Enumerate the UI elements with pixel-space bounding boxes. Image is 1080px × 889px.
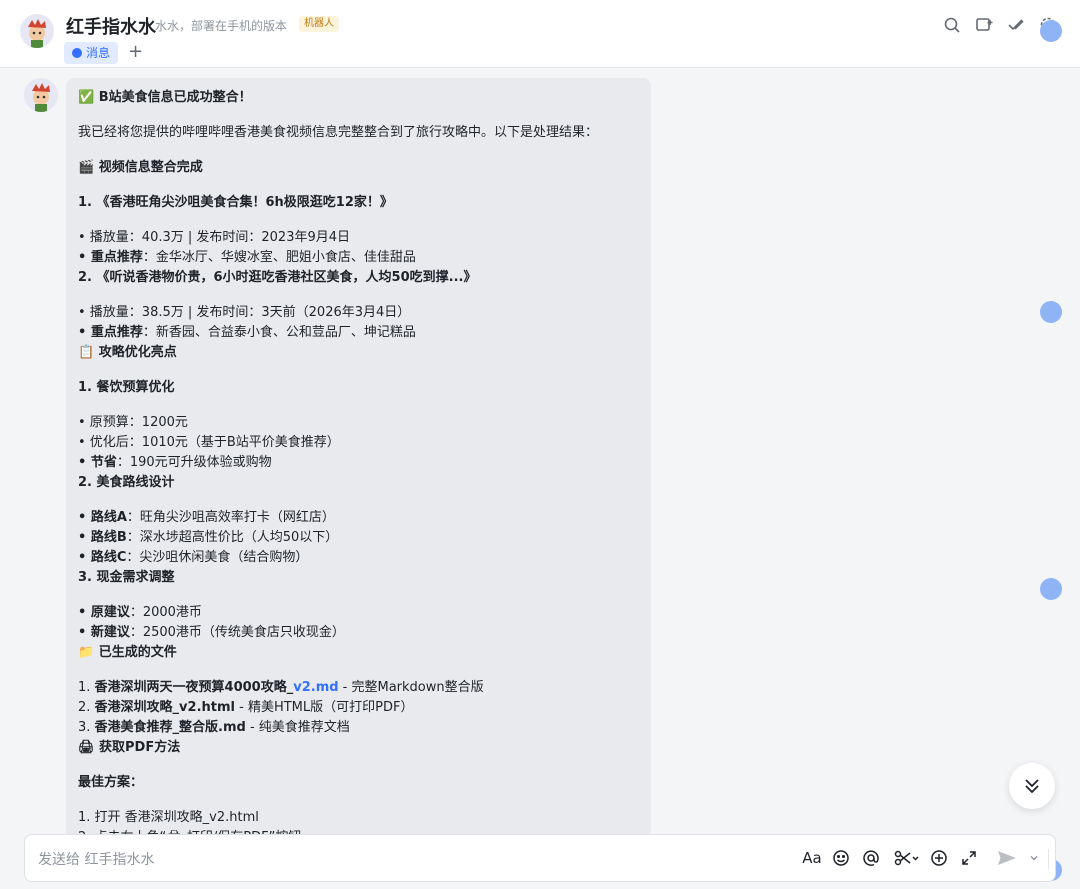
video-recommendations: • 重点推荐：金华冰厅、华嫂冰室、肥姐小食店、佳佳甜品 bbox=[78, 250, 416, 265]
font-icon[interactable]: Aa bbox=[802, 848, 822, 868]
list-item: • 节省：190元可升级体验或购物 bbox=[78, 455, 272, 470]
bot-badge: 机器人 bbox=[299, 16, 339, 32]
mention-icon[interactable] bbox=[861, 848, 881, 868]
section-title: 🎬 视频信息整合完成 bbox=[78, 160, 203, 175]
video-title: 2. 《听说香港物价贵，6小时逛吃香港社区美食，人均50吃到撑...》 bbox=[78, 270, 477, 285]
list-item: • 路线C：尖沙咀休闲美食（结合购物） bbox=[78, 550, 309, 565]
add-window-icon[interactable] bbox=[975, 16, 993, 34]
toolbar-divider bbox=[1048, 849, 1049, 869]
chat-header: 红手指水水 水水，部署在手机的版本 机器人 消息 + bbox=[0, 0, 1080, 68]
chat-title: 红手指水水 bbox=[66, 17, 156, 38]
subsection-title: 1. 餐饮预算优化 bbox=[78, 380, 175, 395]
tab-messages[interactable]: 消息 bbox=[64, 42, 119, 64]
subsection-title: 2. 美食路线设计 bbox=[78, 475, 175, 490]
message-intro: 我已经将您提供的哔哩哔哩香港美食视频信息完整整合到了旅行攻略中。以下是处理结果： bbox=[78, 125, 599, 140]
search-icon[interactable] bbox=[943, 16, 961, 34]
floating-indicator bbox=[1040, 578, 1062, 600]
scissors-icon[interactable] bbox=[893, 848, 921, 868]
list-item: • 新建议：2500港币（传统美食店只收现金） bbox=[78, 625, 345, 640]
message-bubble: ✅ B站美食信息已成功整合！ 我已经将您提供的哔哩哔哩香港美食视频信息完整整合到… bbox=[66, 78, 651, 838]
message-input-placeholder: 发送给 红手指水水 bbox=[38, 852, 155, 868]
subsection-title: 3. 现金需求调整 bbox=[78, 570, 175, 585]
double-chevron-down-icon bbox=[1025, 779, 1039, 794]
list-item: • 原建议：2000港币 bbox=[78, 605, 202, 620]
section-title: 🖨 获取PDF方法 bbox=[78, 740, 181, 755]
send-icon[interactable] bbox=[997, 848, 1017, 868]
section-title: 📁 已生成的文件 bbox=[78, 645, 177, 660]
bot-avatar[interactable] bbox=[20, 14, 54, 48]
bot-message-avatar[interactable] bbox=[24, 78, 58, 112]
list-item: • 路线A：旺角尖沙咀高效率打卡（网红店） bbox=[78, 510, 335, 525]
list-item: • 路线B：深水埗超高性价比（人均50以下） bbox=[78, 530, 339, 545]
subsection-title: 最佳方案： bbox=[78, 775, 144, 790]
section-title: 📋 攻略优化亮点 bbox=[78, 345, 177, 360]
file-item: 2. 香港深圳攻略_v2.html - 精美HTML版（可打印PDF） bbox=[78, 700, 414, 715]
chevron-down-icon[interactable] bbox=[1028, 848, 1040, 868]
tab-messages-label: 消息 bbox=[86, 46, 111, 60]
video-title: 1. 《香港旺角尖沙咀美食合集！6h极限逛吃12家！》 bbox=[78, 195, 393, 210]
file-item: 3. 香港美食推荐_整合版.md - 纯美食推荐文档 bbox=[78, 720, 350, 735]
video-stats: • 播放量：40.3万 | 发布时间：2023年9月4日 bbox=[78, 230, 351, 245]
message-input[interactable]: 发送给 红手指水水 Aa bbox=[24, 834, 1056, 882]
file-link[interactable]: v2.md bbox=[293, 680, 338, 695]
expand-icon[interactable] bbox=[959, 848, 979, 868]
chat-subtitle: 水水，部署在手机的版本 bbox=[155, 19, 288, 33]
add-tab-button[interactable]: + bbox=[128, 40, 143, 64]
floating-indicator bbox=[1040, 301, 1062, 323]
list-item: • 优化后：1010元（基于B站平价美食推荐） bbox=[78, 435, 340, 450]
emoji-icon[interactable] bbox=[831, 848, 851, 868]
file-item: 1. 香港深圳两天一夜预算4000攻略_v2.md - 完整Markdown整合… bbox=[78, 680, 484, 695]
scroll-to-bottom-button[interactable] bbox=[1009, 763, 1055, 809]
message-tab-icon bbox=[72, 48, 82, 58]
add-circle-icon[interactable] bbox=[929, 848, 949, 868]
video-stats: • 播放量：38.5万 | 发布时间：3天前（2026年3月4日） bbox=[78, 305, 411, 320]
video-recommendations: • 重点推荐：新香园、合益泰小食、公和荳品厂、坤记糕品 bbox=[78, 325, 416, 340]
checklist-icon[interactable] bbox=[1007, 16, 1025, 34]
list-item: 1. 打开 香港深圳攻略_v2.html bbox=[78, 810, 259, 825]
floating-indicator bbox=[1040, 20, 1062, 42]
list-item: • 原预算：1200元 bbox=[78, 415, 188, 430]
message-heading: ✅ B站美食信息已成功整合！ bbox=[78, 90, 252, 105]
